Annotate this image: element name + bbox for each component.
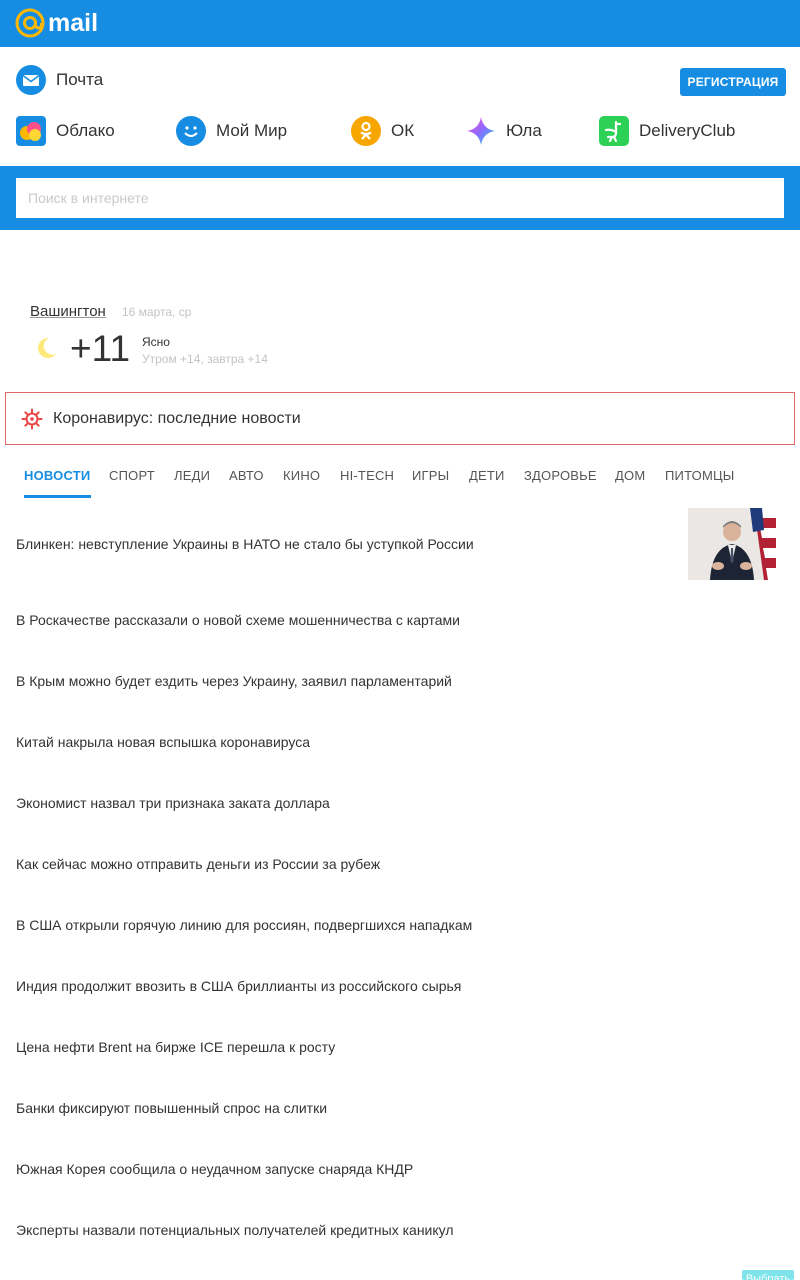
news-thumbnail-image[interactable] xyxy=(688,508,776,580)
tab-kino[interactable]: КИНО xyxy=(283,468,320,483)
tab-kids[interactable]: ДЕТИ xyxy=(469,468,505,483)
news-item[interactable]: Индия продолжит ввозить в США бриллианты… xyxy=(16,978,676,994)
service-label: Облако xyxy=(56,121,115,140)
tab-health[interactable]: ЗДОРОВЬЕ xyxy=(524,468,597,483)
service-ok[interactable]: ОК xyxy=(351,116,414,146)
weather-city[interactable]: Вашингтон xyxy=(30,303,106,320)
top-bar: mail xyxy=(0,0,800,47)
services-panel: Почта РЕГИСТРАЦИЯ Облако Мой Мир ОК Юла … xyxy=(0,47,800,166)
news-item[interactable]: В Крым можно будет ездить через Украину,… xyxy=(16,673,676,689)
active-tab-indicator xyxy=(24,495,91,498)
tab-news[interactable]: НОВОСТИ xyxy=(24,468,90,483)
weather-condition: Ясно xyxy=(142,335,170,349)
news-item[interactable]: Эксперты назвали потенциальных получател… xyxy=(16,1222,676,1238)
coronavirus-banner-label: Коронавирус: последние новости xyxy=(53,409,301,427)
service-delivery-club[interactable]: DeliveryClub xyxy=(599,116,735,146)
service-label: ОК xyxy=(391,121,415,140)
logo-text: mail xyxy=(48,8,99,37)
mail-service-link[interactable]: Почта xyxy=(16,65,103,95)
news-item[interactable]: Банки фиксируют повышенный спрос на слит… xyxy=(16,1100,676,1116)
tab-games[interactable]: ИГРЫ xyxy=(412,468,449,483)
moon-icon xyxy=(38,337,56,358)
tab-sport[interactable]: СПОРТ xyxy=(109,468,155,483)
odnoklassniki-icon xyxy=(351,116,381,146)
news-item[interactable]: Блинкен: невступление Украины в НАТО не … xyxy=(16,536,676,552)
news-item[interactable]: Как сейчас можно отправить деньги из Рос… xyxy=(16,856,676,872)
news-item[interactable]: Южная Корея сообщила о неудачном запуске… xyxy=(16,1161,676,1177)
mail-logo[interactable]: mail xyxy=(15,7,98,39)
cloud-icon xyxy=(16,116,46,146)
service-label: Мой Мир xyxy=(216,121,288,140)
service-cloud[interactable]: Облако xyxy=(16,116,115,146)
tab-pets[interactable]: ПИТОМЦЫ xyxy=(665,468,735,483)
mail-service-label: Почта xyxy=(56,70,104,89)
search-input[interactable] xyxy=(16,178,784,218)
news-item[interactable]: Цена нефти Brent на бирже ICE перешла к … xyxy=(16,1039,676,1055)
youla-icon xyxy=(467,117,495,145)
weather-date: 16 марта, ср xyxy=(122,305,192,319)
envelope-icon xyxy=(16,65,46,95)
news-item[interactable]: В США открыли горячую линию для россиян,… xyxy=(16,917,676,933)
service-label: DeliveryClub xyxy=(639,121,736,140)
delivery-club-icon xyxy=(599,116,629,146)
floating-action-button[interactable]: Выбрать xyxy=(742,1270,794,1280)
coronavirus-banner[interactable]: Коронавирус: последние новости xyxy=(5,392,795,445)
weather-widget: Вашингтон 16 марта, ср +11 Ясно Утром +1… xyxy=(30,300,430,380)
news-item[interactable]: Экономист назвал три признака заката дол… xyxy=(16,795,676,811)
news-item[interactable]: В Роскачестве рассказали о новой схеме м… xyxy=(16,612,676,628)
news-category-tabs: НОВОСТИ СПОРТ ЛЕДИ АВТО КИНО HI-TECH ИГР… xyxy=(16,462,800,500)
weather-forecast: Утром +14, завтра +14 xyxy=(142,352,268,366)
tab-lady[interactable]: ЛЕДИ xyxy=(174,468,210,483)
service-my-world[interactable]: Мой Мир xyxy=(176,116,287,146)
news-item[interactable]: Китай накрыла новая вспышка коронавируса xyxy=(16,734,676,750)
weather-temperature: +11 xyxy=(70,328,131,369)
register-button[interactable]: РЕГИСТРАЦИЯ xyxy=(680,68,786,96)
search-bar xyxy=(0,166,800,230)
tab-home[interactable]: ДОМ xyxy=(615,468,645,483)
at-sign-logo-icon xyxy=(15,8,45,38)
service-label: Юла xyxy=(506,121,542,140)
my-world-icon xyxy=(176,116,206,146)
service-youla[interactable]: Юла xyxy=(466,116,542,146)
virus-icon xyxy=(21,408,43,429)
tab-hi-tech[interactable]: HI-TECH xyxy=(340,468,394,483)
tab-auto[interactable]: АВТО xyxy=(229,468,264,483)
